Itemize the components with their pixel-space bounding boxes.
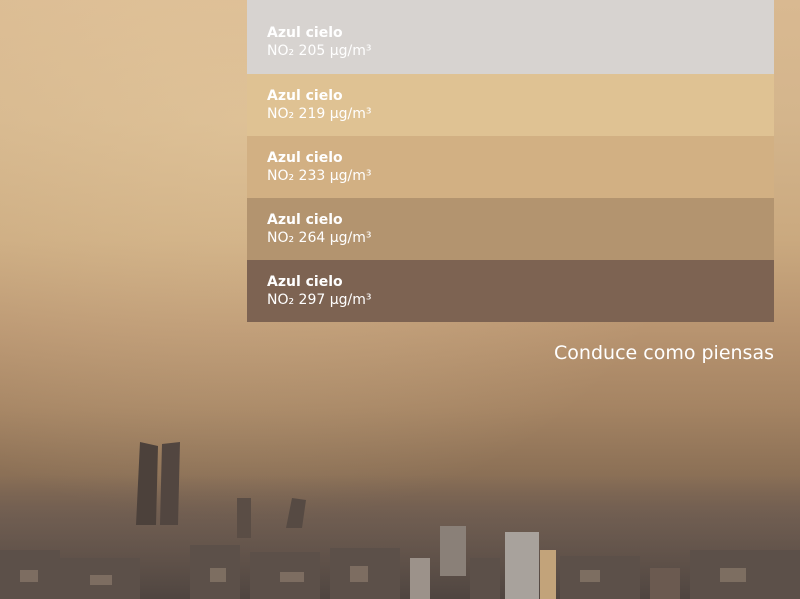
swatch-no2-reading: NO₂ 297 μg/m³	[267, 292, 372, 308]
city-skyline-illustration	[0, 442, 800, 599]
swatch-no2-reading: NO₂ 219 μg/m³	[267, 106, 372, 122]
swatch-name: Azul cielo	[267, 150, 343, 166]
swatch-1: Azul cielo NO₂ 205 μg/m³	[247, 0, 774, 74]
swatch-3: Azul cielo NO₂ 233 μg/m³	[247, 136, 774, 198]
swatch-no2-reading: NO₂ 205 μg/m³	[267, 43, 372, 59]
swatch-2: Azul cielo NO₂ 219 μg/m³	[247, 74, 774, 136]
swatch-name: Azul cielo	[267, 88, 343, 104]
swatch-no2-reading: NO₂ 233 μg/m³	[267, 168, 372, 184]
swatch-name: Azul cielo	[267, 274, 343, 290]
color-swatch-list: Azul cielo NO₂ 205 μg/m³ Azul cielo NO₂ …	[247, 0, 774, 322]
tagline: Conduce como piensas	[554, 342, 774, 364]
swatch-name: Azul cielo	[267, 25, 343, 41]
swatch-name: Azul cielo	[267, 212, 343, 228]
swatch-no2-reading: NO₂ 264 μg/m³	[267, 230, 372, 246]
swatch-4: Azul cielo NO₂ 264 μg/m³	[247, 198, 774, 260]
swatch-5: Azul cielo NO₂ 297 μg/m³	[247, 260, 774, 322]
